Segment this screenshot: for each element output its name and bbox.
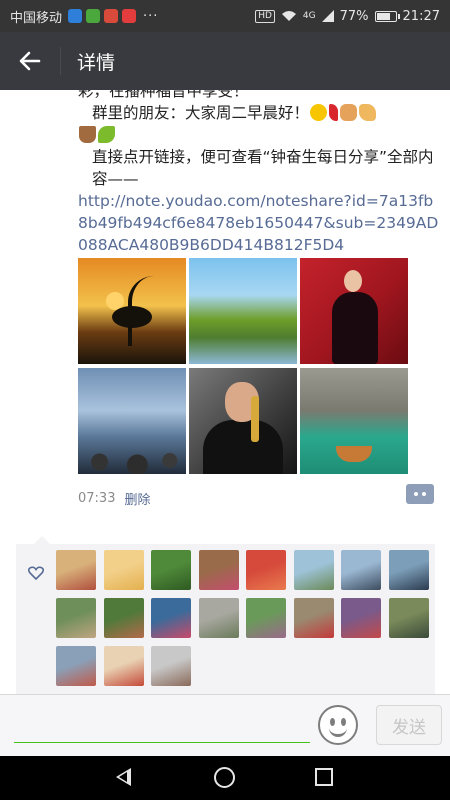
likes-section bbox=[16, 536, 435, 694]
clap-emoji-icon bbox=[359, 104, 377, 121]
wifi-icon bbox=[281, 11, 296, 21]
status-time: 21:27 bbox=[402, 8, 440, 24]
greeting-text: 群里的朋友：大家周二早晨好！ bbox=[92, 104, 310, 122]
boat-shape bbox=[336, 446, 372, 462]
photo-man-oscar[interactable] bbox=[189, 368, 297, 474]
more-notifications-icon: ··· bbox=[143, 8, 159, 24]
emoji-face-icon[interactable] bbox=[318, 705, 358, 745]
dot-icon bbox=[422, 492, 426, 496]
post-detail: 彩，在播种福音中享受！ 群里的朋友：大家周二早晨好！ 直接点开链接，便可查看“钟… bbox=[0, 90, 450, 694]
circle-home-icon[interactable] bbox=[214, 767, 235, 788]
send-button[interactable]: 发送 bbox=[376, 705, 442, 745]
suit-shape bbox=[203, 420, 283, 474]
liker-avatar[interactable] bbox=[246, 550, 286, 590]
triangle-back-icon[interactable] bbox=[116, 768, 131, 786]
post-greeting: 群里的朋友：大家周二早晨好！ bbox=[78, 102, 443, 124]
comment-menu-button[interactable] bbox=[406, 484, 434, 504]
post-time: 07:33 bbox=[78, 490, 116, 506]
network-type: 4G bbox=[302, 11, 316, 21]
status-bar: 中国移动 ··· HD 4G 77% 21:27 bbox=[0, 0, 450, 32]
liker-avatar[interactable] bbox=[151, 646, 191, 686]
trophy-shape bbox=[251, 396, 259, 442]
app-notification-icon bbox=[104, 9, 119, 23]
page-title: 详情 bbox=[77, 51, 116, 74]
arrow-left-icon bbox=[19, 51, 41, 71]
signal-icon bbox=[321, 10, 334, 22]
liker-avatar[interactable] bbox=[151, 550, 191, 590]
handshake-emoji-icon bbox=[340, 104, 358, 121]
rose-emoji-icon bbox=[329, 104, 339, 121]
figure-head bbox=[344, 270, 362, 292]
emoji-eye bbox=[330, 718, 335, 726]
dot-icon bbox=[414, 492, 418, 496]
smile-emoji-icon bbox=[310, 104, 328, 121]
post-text-line: 彩，在播种福音中享受！ bbox=[78, 90, 249, 100]
photo-seashore-rocks[interactable] bbox=[78, 368, 186, 474]
liker-avatar[interactable] bbox=[293, 598, 334, 638]
emoji-mouth bbox=[329, 728, 347, 737]
delete-button[interactable]: 删除 bbox=[124, 489, 150, 508]
photo-green-lake-boat[interactable] bbox=[300, 368, 408, 474]
post-instruction: 直接点开链接，便可查看“钟奋生每日分享”全部内容—— bbox=[92, 148, 434, 188]
hd-badge: HD bbox=[255, 9, 275, 23]
post-link[interactable]: http://note.youdao.com/noteshare?id=7a13… bbox=[78, 190, 443, 256]
rocks-shape bbox=[78, 444, 186, 474]
system-nav-bar bbox=[0, 756, 450, 800]
app-notification-icon bbox=[68, 9, 83, 23]
battery-fill bbox=[376, 12, 390, 20]
liker-avatar[interactable] bbox=[56, 646, 96, 686]
liker-avatar[interactable] bbox=[341, 550, 381, 590]
liker-avatar[interactable] bbox=[103, 550, 144, 590]
back-button[interactable] bbox=[0, 32, 60, 90]
post-emoji-line bbox=[78, 124, 443, 146]
sprout-emoji-icon bbox=[98, 126, 115, 143]
title-bar: 详情 bbox=[0, 32, 450, 90]
title-divider bbox=[60, 47, 61, 75]
comment-input[interactable] bbox=[14, 703, 310, 743]
liker-avatar[interactable] bbox=[103, 646, 144, 686]
liker-avatar[interactable] bbox=[198, 550, 239, 590]
liker-avatar[interactable] bbox=[246, 598, 286, 638]
crane-silhouette bbox=[112, 276, 154, 346]
app-notification-icon bbox=[86, 9, 101, 23]
square-recent-icon[interactable] bbox=[315, 768, 333, 786]
battery-percent: 77% bbox=[339, 8, 369, 24]
liker-avatar[interactable] bbox=[293, 550, 334, 590]
photo-grid bbox=[78, 258, 408, 474]
screen: 中国移动 ··· HD 4G 77% 21:27 详情 彩，在播种福音中享受！ bbox=[0, 0, 450, 800]
post-meta: 07:33 删除 bbox=[78, 484, 438, 508]
liker-avatar[interactable] bbox=[56, 550, 96, 590]
post-body: 彩，在播种福音中享受！ 群里的朋友：大家周二早晨好！ 直接点开链接，便可查看“钟… bbox=[78, 90, 443, 256]
liker-avatar[interactable] bbox=[56, 598, 96, 638]
liker-avatar[interactable] bbox=[341, 598, 381, 638]
photo-sunset-crane[interactable] bbox=[78, 258, 186, 364]
heart-outline-icon bbox=[28, 566, 44, 580]
photo-trees-lake[interactable] bbox=[189, 258, 297, 364]
liker-avatar[interactable] bbox=[388, 598, 429, 638]
comment-input-bar: 发送 bbox=[0, 694, 450, 756]
emoji-eye bbox=[341, 718, 346, 726]
figure-dress bbox=[332, 292, 378, 364]
liker-avatar[interactable] bbox=[103, 598, 144, 638]
liker-avatar[interactable] bbox=[198, 598, 239, 638]
liker-avatar[interactable] bbox=[388, 550, 429, 590]
coffee-emoji-icon bbox=[79, 126, 96, 143]
photo-woman-red[interactable] bbox=[300, 258, 408, 364]
liker-avatar[interactable] bbox=[151, 598, 191, 638]
battery-icon bbox=[374, 10, 400, 22]
carrier-label: 中国移动 bbox=[10, 10, 63, 26]
app-notification-icon bbox=[122, 9, 137, 23]
